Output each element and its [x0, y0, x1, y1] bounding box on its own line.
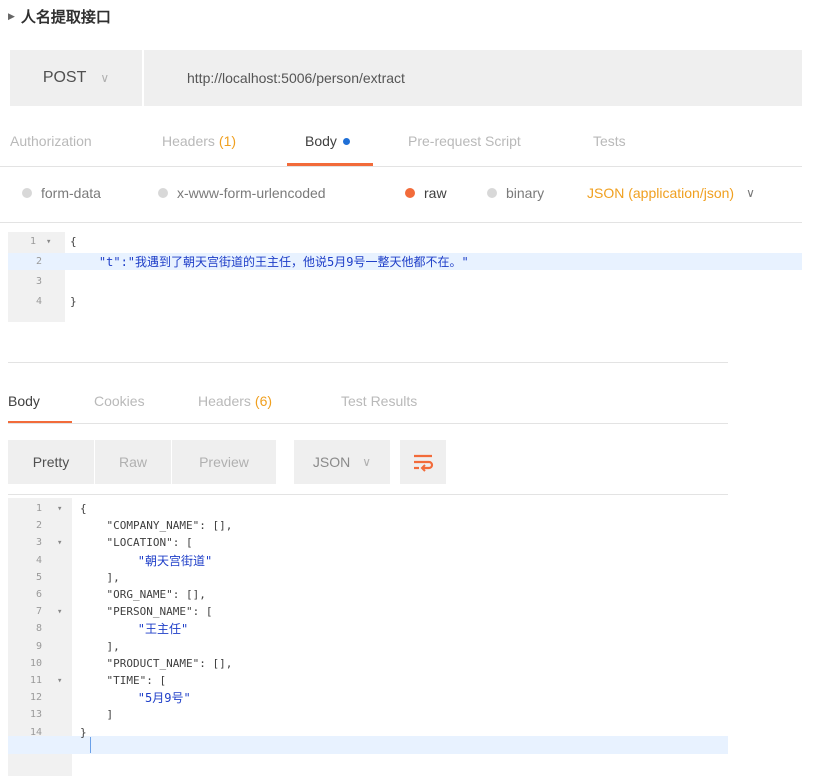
line-number: 13: [30, 709, 43, 720]
radio-button-selected-icon: [405, 188, 415, 198]
format-label: JSON: [312, 454, 351, 470]
radio-binary-label: binary: [506, 185, 545, 201]
code-line: "TIME": [: [80, 674, 167, 687]
view-raw-button[interactable]: Raw: [95, 440, 171, 484]
tab-tests[interactable]: Tests: [593, 128, 626, 154]
line-number: 10: [30, 658, 43, 669]
text-cursor: [90, 737, 91, 753]
chevron-down-icon: ∨: [746, 186, 755, 200]
radio-button-icon: [158, 188, 168, 198]
radio-raw[interactable]: raw: [405, 181, 447, 205]
radio-button-icon: [22, 188, 32, 198]
code-line: ],: [80, 571, 120, 584]
fold-arrow-icon[interactable]: ▾: [57, 535, 62, 551]
tab-headers[interactable]: Headers (1): [162, 128, 236, 154]
line-number: 1: [36, 503, 43, 514]
line-number: 2: [36, 256, 43, 267]
code-line: "ORG_NAME": [],: [80, 588, 206, 601]
tab-tests-label: Tests: [593, 133, 626, 149]
line-number: 1: [30, 236, 37, 247]
code-line: "王主任": [80, 622, 189, 636]
active-line-highlight: [8, 736, 728, 754]
radio-button-icon: [487, 188, 497, 198]
code-line: "COMPANY_NAME": [],: [80, 519, 233, 532]
code-line[interactable]: "t":"我遇到了朝天宫街道的王主任，他说5月9号一整天他都不在。": [70, 254, 469, 270]
tab-pre-request-label: Pre-request Script: [408, 133, 521, 149]
code-line: }: [70, 295, 77, 308]
response-tab-cookies-label: Cookies: [94, 393, 145, 409]
fold-arrow-icon[interactable]: ▾: [57, 501, 62, 517]
tab-authorization-label: Authorization: [10, 133, 92, 149]
response-tab-headers[interactable]: Headers (6): [198, 389, 272, 413]
tab-body-label: Body: [305, 133, 337, 149]
line-number: 4: [36, 296, 43, 307]
tab-pre-request-script[interactable]: Pre-request Script: [408, 128, 521, 154]
line-number: 8: [36, 623, 43, 634]
response-divider: [8, 362, 728, 363]
request-title-text: 人名提取接口: [20, 8, 111, 26]
code-line: }: [80, 726, 87, 739]
content-type-label: JSON (application/json): [587, 185, 735, 201]
fold-arrow-icon[interactable]: ▾: [57, 673, 62, 689]
line-number: 5: [36, 572, 43, 583]
line-number: 6: [36, 589, 43, 600]
code-line: ],: [80, 640, 120, 653]
code-line: "PRODUCT_NAME": [],: [80, 657, 233, 670]
method-select[interactable]: POST ∨: [10, 50, 144, 106]
code-line: {: [80, 502, 87, 515]
toolbar-divider: [8, 494, 728, 495]
line-number: 7: [36, 606, 43, 617]
wrap-lines-icon: [414, 454, 434, 472]
tab-headers-label: Headers: [162, 133, 215, 149]
tab-body[interactable]: Body: [305, 128, 350, 154]
format-select[interactable]: JSON ∨: [294, 440, 390, 484]
line-number: 14: [30, 727, 43, 738]
response-tab-test-results[interactable]: Test Results: [341, 389, 417, 413]
response-tab-body[interactable]: Body: [8, 389, 40, 413]
tabs-divider: [0, 166, 802, 167]
code-line: ]: [80, 708, 114, 721]
url-input[interactable]: http://localhost:5006/person/extract: [187, 50, 405, 106]
code-line: "朝天宫街道": [80, 554, 213, 568]
response-tab-test-results-label: Test Results: [341, 393, 418, 409]
chevron-down-icon: ∨: [100, 71, 110, 85]
radio-form-data[interactable]: form-data: [22, 181, 101, 205]
radio-binary[interactable]: binary: [487, 181, 544, 205]
radio-urlencoded-label: x-www-form-urlencoded: [177, 185, 326, 201]
wrap-line-button[interactable]: [400, 440, 446, 484]
content-type-select[interactable]: JSON (application/json) ∨: [587, 181, 755, 205]
collapse-caret-icon[interactable]: ▶: [8, 11, 15, 22]
response-tab-headers-count: (6): [254, 393, 273, 409]
code-line: "5月9号": [80, 691, 191, 705]
tab-headers-count: (1): [218, 133, 237, 149]
radio-urlencoded[interactable]: x-www-form-urlencoded: [158, 181, 326, 205]
response-tab-body-label: Body: [8, 393, 40, 409]
response-tab-cookies[interactable]: Cookies: [94, 389, 145, 413]
method-label: POST: [42, 69, 87, 86]
line-number: 3: [36, 276, 43, 287]
chevron-down-icon: ∨: [362, 455, 372, 469]
line-number: 3: [36, 537, 43, 548]
line-number: 2: [36, 520, 43, 531]
fold-arrow-icon[interactable]: ▾: [46, 234, 51, 250]
code-line: "PERSON_NAME": [: [80, 605, 213, 618]
modified-dot-icon: [342, 137, 350, 145]
radio-raw-label: raw: [424, 185, 447, 201]
response-tab-headers-label: Headers: [198, 393, 251, 409]
code-line: {: [70, 235, 77, 248]
request-title[interactable]: ▶ 人名提取接口: [8, 5, 111, 27]
line-number: 4: [36, 555, 43, 566]
response-tabs-divider: [8, 423, 728, 424]
line-number: 9: [36, 641, 43, 652]
line-number: 12: [30, 692, 43, 703]
fold-arrow-icon[interactable]: ▾: [57, 604, 62, 620]
tab-authorization[interactable]: Authorization: [10, 128, 92, 154]
line-number: 11: [30, 675, 43, 686]
view-preview-button[interactable]: Preview: [172, 440, 276, 484]
view-pretty-button[interactable]: Pretty: [8, 440, 94, 484]
radio-divider: [0, 222, 802, 223]
radio-form-data-label: form-data: [41, 185, 101, 201]
code-line: "LOCATION": [: [80, 536, 193, 549]
